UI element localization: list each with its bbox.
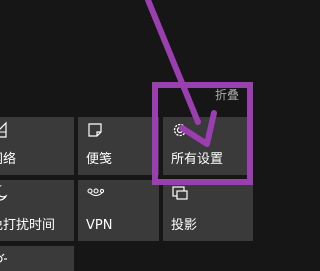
vpn-icon <box>86 184 105 202</box>
action-center-panel: 折叠 网络 便笺 所有设置 <box>0 0 253 271</box>
note-label: 便笺 <box>86 152 113 167</box>
quiet-hours-tile[interactable]: 免打扰时间 <box>0 180 74 241</box>
all-settings-tile[interactable]: 所有设置 <box>163 117 253 175</box>
collapse-link[interactable]: 折叠 <box>215 86 239 103</box>
quiet-hours-label: 免打扰时间 <box>0 218 56 233</box>
vpn-tile[interactable]: VPN <box>78 180 159 241</box>
project-tile[interactable]: 投影 <box>163 180 253 241</box>
brightness-tile[interactable] <box>0 246 74 271</box>
network-label: 网络 <box>0 152 17 167</box>
gear-icon <box>171 121 189 139</box>
all-settings-label: 所有设置 <box>171 152 224 167</box>
note-icon <box>86 121 104 139</box>
network-tile[interactable]: 网络 <box>0 117 74 175</box>
project-icon <box>171 184 189 202</box>
note-tile[interactable]: 便笺 <box>78 117 159 175</box>
network-icon <box>0 121 8 139</box>
brightness-icon <box>0 250 8 268</box>
project-label: 投影 <box>171 218 198 233</box>
vpn-label: VPN <box>86 218 113 233</box>
moon-icon <box>0 184 8 202</box>
annotation-arrow-shaft <box>145 0 201 125</box>
